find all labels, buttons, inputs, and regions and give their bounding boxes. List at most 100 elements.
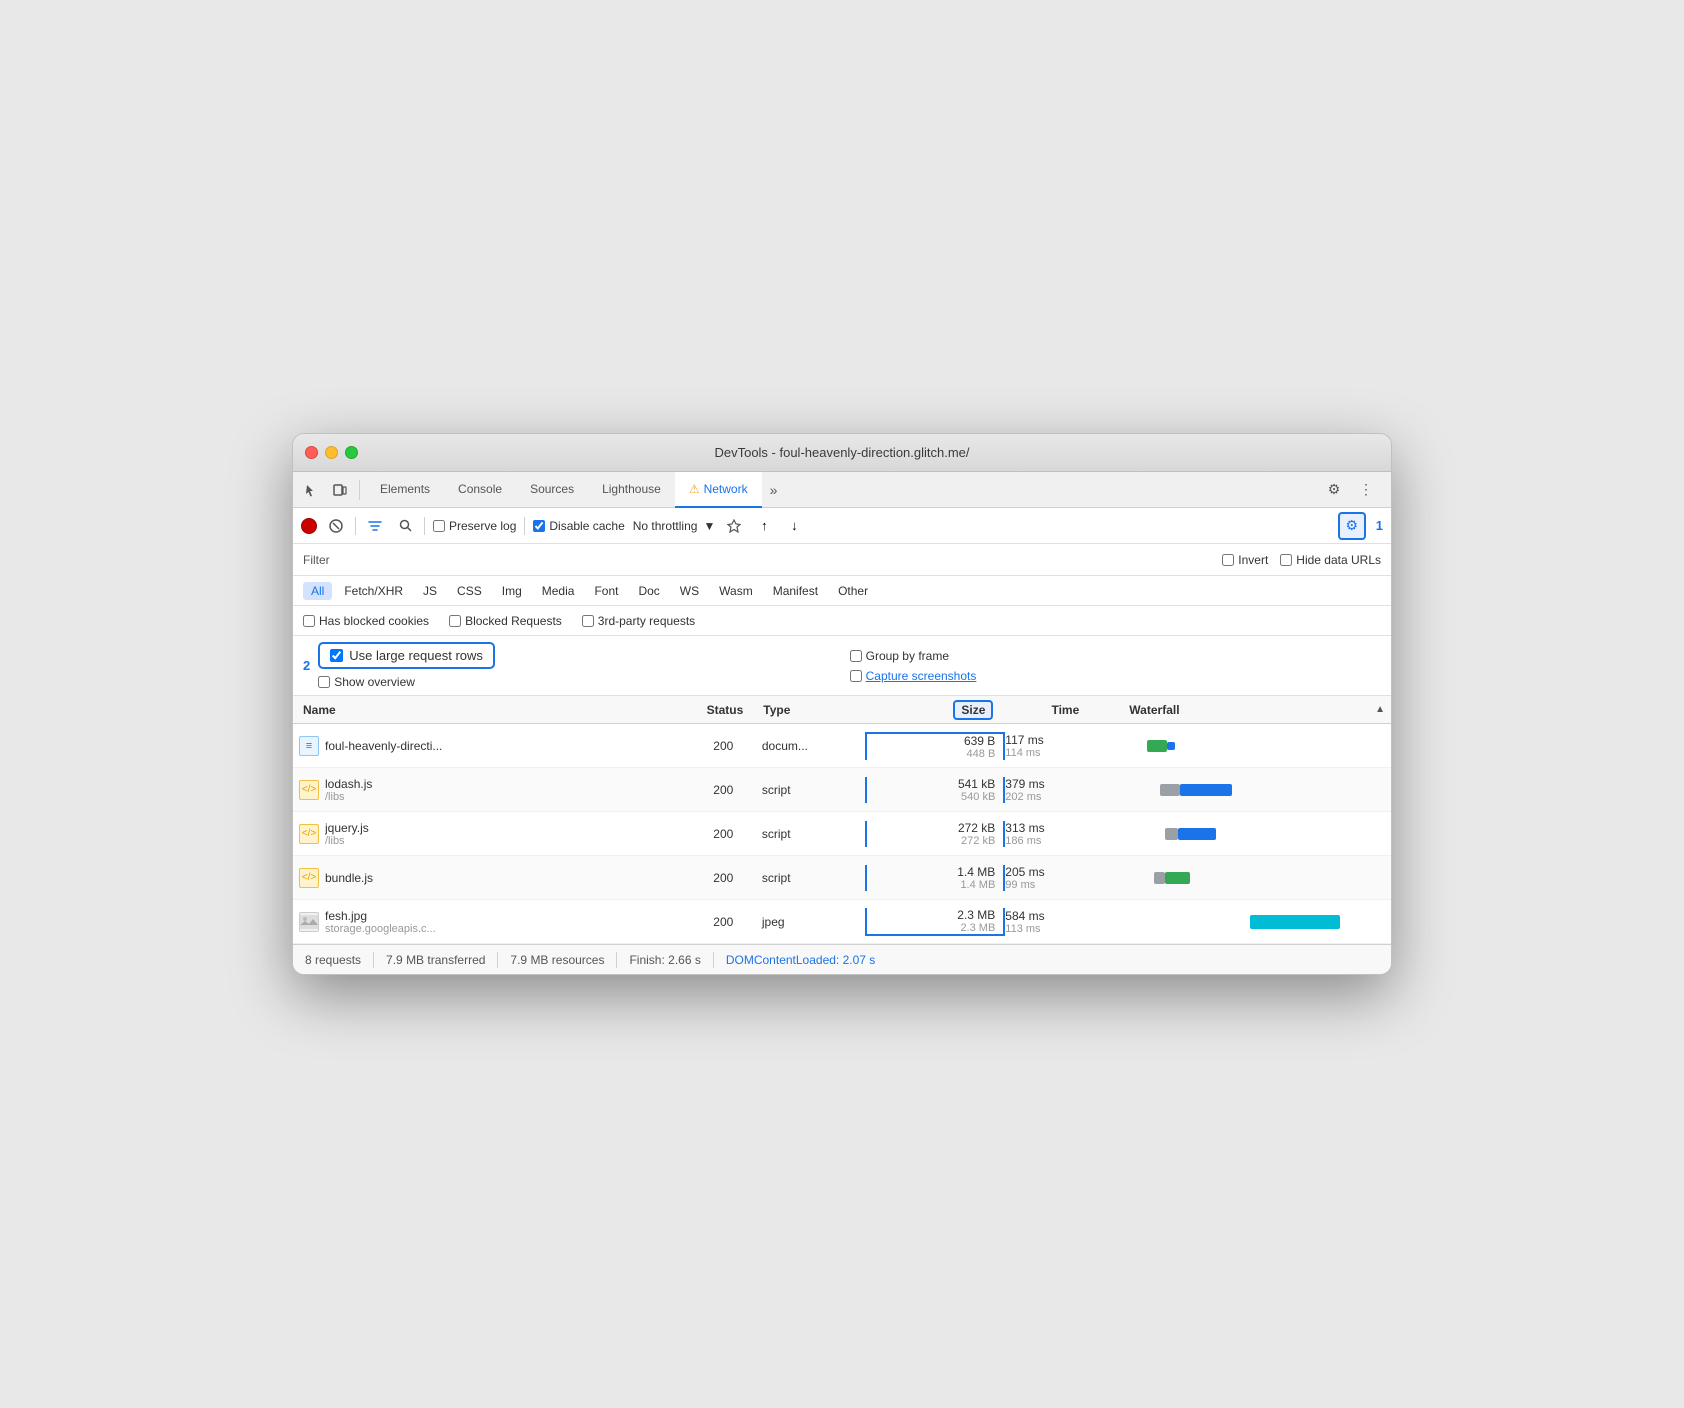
tab-sources[interactable]: Sources	[516, 472, 588, 508]
img-icon-5	[299, 912, 319, 932]
tab-lighthouse[interactable]: Lighthouse	[588, 472, 675, 508]
import-btn[interactable]: ↑	[753, 515, 775, 537]
devtools-window: DevTools - foul-heavenly-direction.glitc…	[292, 433, 1392, 975]
cell-waterfall-4	[1134, 856, 1391, 900]
close-button[interactable]	[305, 446, 318, 459]
type-btn-media[interactable]: Media	[534, 582, 583, 600]
use-large-request-rows-label[interactable]: Use large request rows	[349, 648, 483, 663]
capture-screenshots-label[interactable]: Capture screenshots	[850, 669, 1381, 683]
type-btn-other[interactable]: Other	[830, 582, 876, 600]
type-btn-css[interactable]: CSS	[449, 582, 490, 600]
type-btn-all[interactable]: All	[303, 582, 332, 600]
tab-elements[interactable]: Elements	[366, 472, 444, 508]
preserve-log-label[interactable]: Preserve log	[433, 519, 516, 533]
table-row[interactable]: </> lodash.js /libs 200 script 541 kB 54…	[293, 768, 1391, 812]
header-name[interactable]: Name	[293, 703, 687, 717]
group-by-frame-checkbox[interactable]	[850, 650, 862, 662]
name-text-4: bundle.js	[325, 871, 373, 885]
cell-time-4: 205 ms 99 ms	[1005, 865, 1134, 891]
table-row[interactable]: </> bundle.js 200 script 1.4 MB 1.4 MB 2…	[293, 856, 1391, 900]
script-icon-3: </>	[299, 824, 319, 844]
has-blocked-cookies-label[interactable]: Has blocked cookies	[303, 614, 429, 628]
invert-checkbox[interactable]	[1222, 554, 1234, 566]
device-toggle-btn[interactable]	[327, 477, 353, 503]
show-overview-checkbox[interactable]	[318, 676, 330, 688]
table-row[interactable]: ≡ foul-heavenly-directi... 200 docum... …	[293, 724, 1391, 768]
cell-size-5: 2.3 MB 2.3 MB	[865, 908, 1006, 936]
blocked-requests-label[interactable]: Blocked Requests	[449, 614, 562, 628]
header-time[interactable]: Time	[1001, 703, 1129, 717]
throttle-select[interactable]: No throttling ▼	[633, 519, 716, 533]
wf-bar-blue-2	[1180, 784, 1231, 796]
maximize-button[interactable]	[345, 446, 358, 459]
cell-size-2: 541 kB 540 kB	[865, 777, 1006, 803]
header-status[interactable]: Status	[687, 703, 764, 717]
use-large-request-rows-checkbox[interactable]	[330, 649, 343, 662]
clear-btn[interactable]	[325, 515, 347, 537]
minimize-button[interactable]	[325, 446, 338, 459]
cell-waterfall-5	[1134, 900, 1391, 944]
type-btn-img[interactable]: Img	[494, 582, 530, 600]
filter-row: Filter Invert Hide data URLs	[293, 544, 1391, 576]
table-row[interactable]: fesh.jpg storage.googleapis.c... 200 jpe…	[293, 900, 1391, 944]
sort-arrow: ▲	[1375, 704, 1385, 715]
preserve-log-checkbox[interactable]	[433, 520, 445, 532]
blocked-requests-checkbox[interactable]	[449, 615, 461, 627]
cell-name-5: fesh.jpg storage.googleapis.c...	[293, 909, 685, 935]
more-options-btn[interactable]: ⋮	[1353, 477, 1379, 503]
type-btn-wasm[interactable]: Wasm	[711, 582, 761, 600]
wf-bar-gray-3	[1165, 828, 1178, 840]
tab-more-btn[interactable]: »	[762, 482, 786, 498]
filter-btn[interactable]	[364, 515, 386, 537]
toolbar-right: ⚙ ⋮	[1321, 477, 1385, 503]
wf-bar-blue-1	[1167, 742, 1175, 750]
capture-screenshots-checkbox[interactable]	[850, 670, 862, 682]
cell-name-2: </> lodash.js /libs	[293, 777, 685, 803]
export-btn[interactable]: ↓	[783, 515, 805, 537]
cell-type-3: script	[762, 827, 865, 841]
hide-data-urls-checkbox[interactable]	[1280, 554, 1292, 566]
wf-bar-blue-3	[1178, 828, 1217, 840]
status-divider-4	[713, 952, 714, 968]
table-row[interactable]: </> jquery.js /libs 200 script 272 kB 27…	[293, 812, 1391, 856]
third-party-requests-label[interactable]: 3rd-party requests	[582, 614, 695, 628]
cell-time-2: 379 ms 202 ms	[1005, 777, 1134, 803]
settings-btn[interactable]: ⚙	[1321, 477, 1347, 503]
filter-label: Filter	[303, 553, 330, 567]
wf-bar-green-4	[1165, 872, 1191, 884]
type-btn-font[interactable]: Font	[586, 582, 626, 600]
cell-type-4: script	[762, 871, 865, 885]
header-waterfall[interactable]: Waterfall ▲	[1129, 703, 1391, 717]
type-btn-fetchxhr[interactable]: Fetch/XHR	[336, 582, 411, 600]
wf-bar-cyan-5	[1250, 915, 1340, 929]
type-btn-ws[interactable]: WS	[672, 582, 707, 600]
search-btn[interactable]	[394, 515, 416, 537]
record-button[interactable]	[301, 518, 317, 534]
type-btn-doc[interactable]: Doc	[630, 582, 667, 600]
tab-console[interactable]: Console	[444, 472, 516, 508]
cell-type-1: docum...	[762, 739, 865, 753]
disable-cache-label[interactable]: Disable cache	[533, 519, 624, 533]
third-party-requests-checkbox[interactable]	[582, 615, 594, 627]
status-finish: Finish: 2.66 s	[629, 953, 700, 967]
nt-divider-3	[524, 517, 525, 535]
show-overview-label[interactable]: Show overview	[318, 675, 849, 689]
network-settings-gear[interactable]: ⚙	[1338, 512, 1366, 540]
settings-left: Use large request rows Show overview	[318, 642, 849, 689]
disable-cache-checkbox[interactable]	[533, 520, 545, 532]
tab-network[interactable]: ⚠ Network	[675, 472, 762, 508]
group-by-frame-label[interactable]: Group by frame	[850, 649, 1381, 663]
wf-bar-green-1	[1147, 740, 1168, 752]
cursor-icon-btn[interactable]	[299, 477, 325, 503]
header-size[interactable]: Size	[866, 703, 1002, 717]
header-type[interactable]: Type	[763, 703, 865, 717]
invert-label[interactable]: Invert	[1222, 553, 1268, 567]
hide-data-urls-label[interactable]: Hide data URLs	[1280, 553, 1381, 567]
throttle-settings-btn[interactable]	[723, 515, 745, 537]
type-btn-manifest[interactable]: Manifest	[765, 582, 826, 600]
window-title: DevTools - foul-heavenly-direction.glitc…	[714, 445, 969, 460]
type-btn-js[interactable]: JS	[415, 582, 445, 600]
status-divider-2	[497, 952, 498, 968]
network-toolbar: Preserve log Disable cache No throttling…	[293, 508, 1391, 544]
has-blocked-cookies-checkbox[interactable]	[303, 615, 315, 627]
